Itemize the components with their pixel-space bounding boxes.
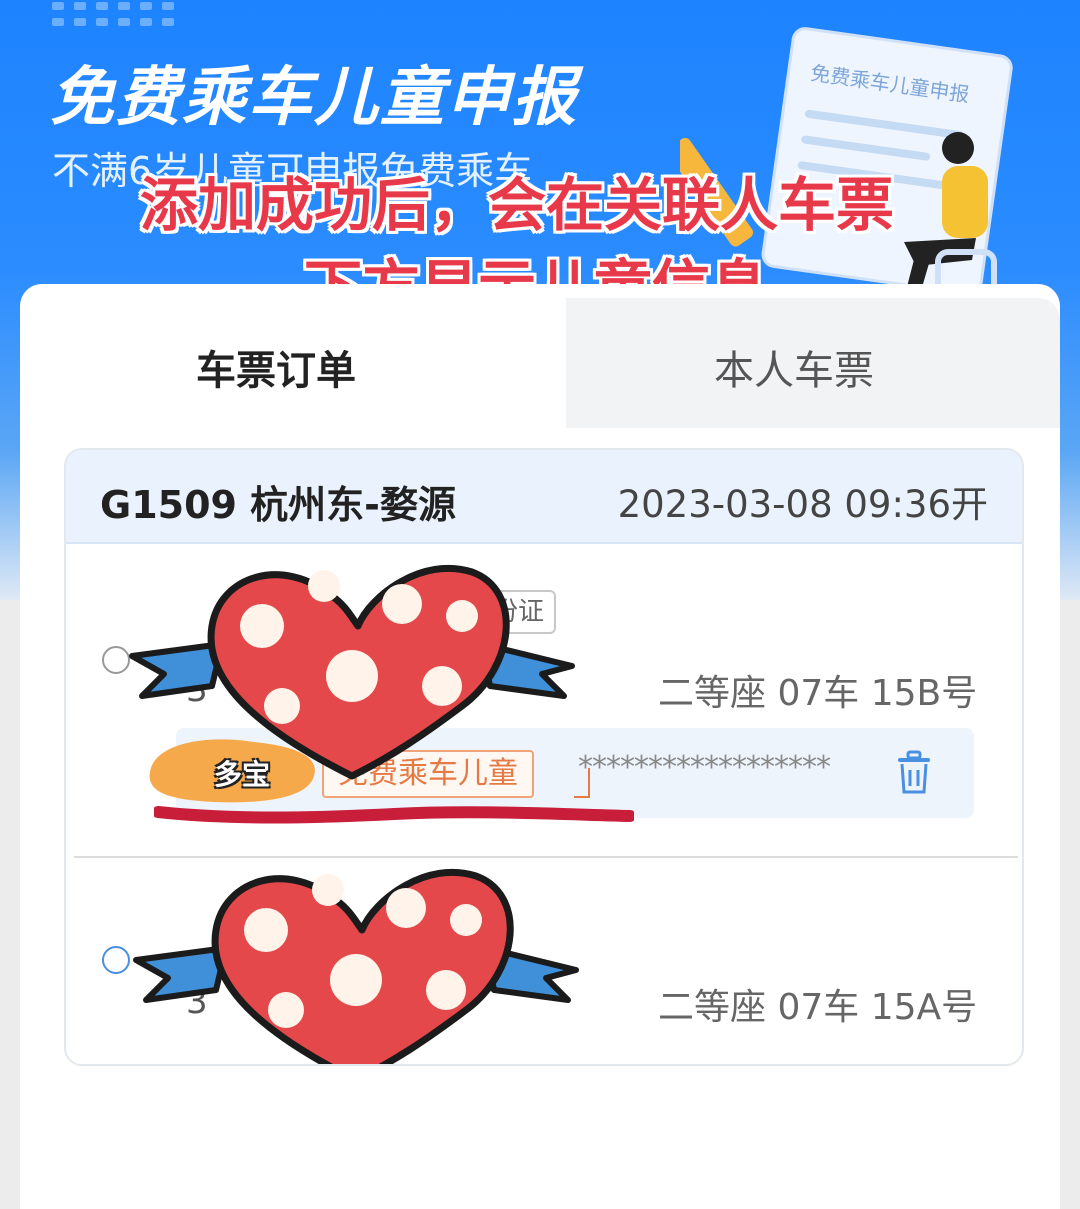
child-masked-id: ****************** <box>578 750 831 785</box>
heart-sticker-icon <box>129 564 575 780</box>
tab-my-tickets[interactable]: 本人车票 <box>714 338 874 396</box>
trash-icon[interactable] <box>894 750 934 796</box>
seat-info-2: 二等座 07车 15A号 <box>658 987 978 1028</box>
departure-time: 2023-03-08 09:36开 <box>617 483 988 526</box>
order-card: G1509 杭州东-婺源 2023-03-08 09:36开 3 身份证 二等座… <box>64 448 1024 1066</box>
seat-info-1: 二等座 07车 15B号 <box>658 673 978 714</box>
page-title: 免费乘车儿童申报 <box>50 61 578 135</box>
caption-line-1: 添加成功后，会在关联人车票 <box>140 171 895 239</box>
order-header: G1509 杭州东-婺源 2023-03-08 09:36开 <box>66 450 1022 544</box>
decorative-dots <box>52 0 176 26</box>
heart-sticker-icon <box>133 868 579 1064</box>
train-route: G1509 杭州东-婺源 <box>100 483 456 527</box>
tab-ticket-orders[interactable]: 车票订单 <box>196 338 356 396</box>
